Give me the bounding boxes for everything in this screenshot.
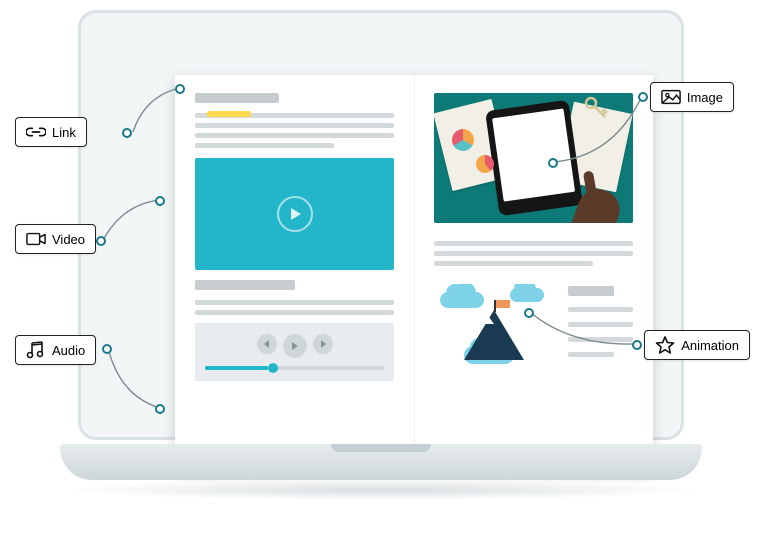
connector-dot [122,128,132,138]
label-text: Video [52,232,85,247]
connector-dot [175,84,185,94]
audio-player [195,323,394,381]
play-icon [277,196,313,232]
text-line [195,310,394,315]
star-icon [655,337,675,353]
play-icon [283,334,307,358]
pie-chart-icon [476,155,494,173]
label-video: Video [15,224,96,254]
connector-line [554,96,646,168]
hyperlink-highlight [207,111,251,117]
connector-dot [524,308,534,318]
audio-icon [26,342,46,358]
connector-dot [102,344,112,354]
text-heading [195,93,279,103]
pie-chart-icon [452,129,474,151]
text-line [195,133,394,138]
connector-dot [548,158,558,168]
next-icon [313,334,333,354]
image-icon [661,89,681,105]
page-left [175,75,414,471]
label-audio: Audio [15,335,96,365]
audio-progress [205,366,384,370]
video-embed [195,158,394,270]
audio-controls [257,334,333,358]
flag-icon [494,300,496,312]
text-line [195,300,394,305]
video-icon [26,231,46,247]
text-column [434,241,633,266]
connector-dot [638,92,648,102]
connector-dot [632,340,642,350]
label-animation: Animation [644,330,750,360]
label-text: Image [687,90,723,105]
mountain-illustration [464,310,524,360]
text-heading [195,280,295,290]
link-icon [26,124,46,140]
connector-dot [96,236,106,246]
connector-dot [155,196,165,206]
label-image: Image [650,82,734,112]
text-line [195,123,394,128]
connector-line [106,348,164,412]
connector-dot [155,404,165,414]
label-link: Link [15,117,87,147]
label-text: Link [52,125,76,140]
label-text: Audio [52,343,85,358]
laptop-screen [78,10,684,440]
connector-line [530,312,640,350]
label-text: Animation [681,338,739,353]
prev-icon [257,334,277,354]
laptop-base [60,444,702,480]
text-line [195,143,334,148]
connector-line [100,200,160,244]
connector-line [85,88,185,138]
